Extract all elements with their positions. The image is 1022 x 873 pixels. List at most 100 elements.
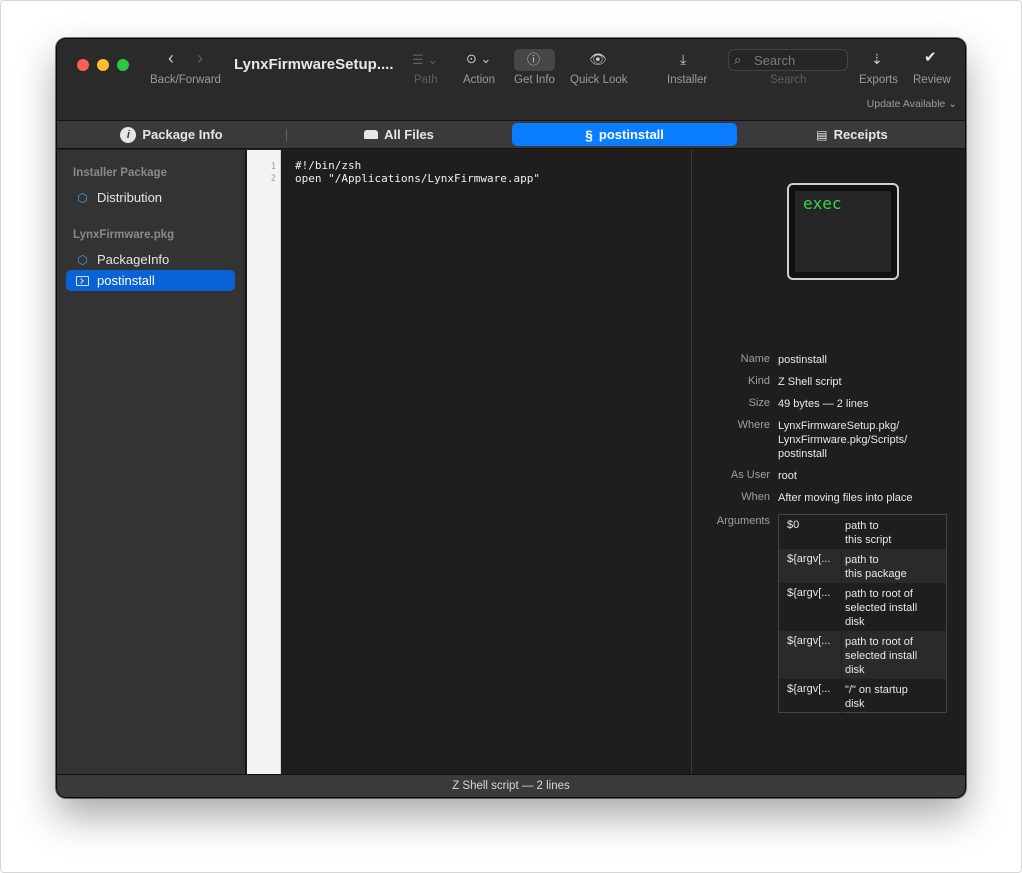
argument-name: ${argv[... bbox=[787, 683, 831, 695]
column-divider bbox=[841, 631, 842, 679]
argument-name: ${argv[... bbox=[787, 635, 831, 647]
column-divider bbox=[841, 583, 842, 631]
table-row: ${argv[... path to this package bbox=[779, 549, 946, 583]
update-available-label: Update Available bbox=[866, 98, 946, 110]
chevron-right-icon[interactable]: › bbox=[197, 49, 203, 67]
search-label: Search bbox=[770, 74, 807, 86]
code-editor[interactable]: #!/bin/zsh open "/Applications/LynxFirmw… bbox=[282, 150, 691, 776]
inspector-panel: exec Name postinstall Kind Z Shell scrip… bbox=[691, 150, 965, 776]
tab-postinstall-label: postinstall bbox=[598, 127, 664, 142]
argument-desc: path to this package bbox=[845, 553, 943, 581]
table-row: ${argv[... path to root of selected insta… bbox=[779, 583, 946, 631]
sidebar-item-label: PackageInfo bbox=[97, 252, 170, 267]
back-forward-label: Back/Forward bbox=[150, 74, 221, 86]
line-number: 2 bbox=[270, 174, 276, 184]
where-label: Where bbox=[737, 419, 770, 431]
when-value: After moving files into place bbox=[778, 492, 913, 504]
package-icon: ⬡ bbox=[77, 252, 88, 267]
as-user-label: As User bbox=[730, 469, 770, 481]
argument-desc: path to root of selected install disk bbox=[845, 635, 943, 677]
sidebar-item-distribution[interactable]: ⬡ Distribution bbox=[66, 187, 235, 208]
tab-receipts-label: Receipts bbox=[833, 127, 888, 142]
action-label: Action bbox=[463, 74, 495, 86]
table-row: $0 path to this script bbox=[779, 515, 946, 549]
search-placeholder: Search bbox=[754, 53, 796, 68]
table-row: ${argv[... path to root of selected insta… bbox=[779, 631, 946, 679]
chevron-down-icon: ⌄ bbox=[948, 98, 957, 110]
exec-icon-text: exec bbox=[803, 194, 842, 213]
action-ellipsis-icon[interactable]: ⊙ ⌄ bbox=[466, 51, 491, 67]
terminal-icon bbox=[76, 275, 89, 286]
column-divider bbox=[841, 679, 842, 713]
desc-line: this package bbox=[845, 568, 907, 580]
zoom-window-button[interactable] bbox=[117, 59, 129, 71]
desc-line: this script bbox=[845, 534, 892, 546]
column-divider bbox=[841, 549, 842, 583]
search-field[interactable]: ⌕ Search bbox=[728, 49, 848, 71]
tab-all-files[interactable]: All Files bbox=[286, 123, 512, 146]
where-line: LynxFirmware.pkg/Scripts/ bbox=[778, 434, 908, 446]
tab-package-info[interactable]: i Package Info bbox=[57, 123, 286, 146]
update-available-menu[interactable]: Update Available ⌄ bbox=[867, 98, 957, 110]
list-icon: ▤ bbox=[816, 127, 828, 142]
exports-label: Exports bbox=[859, 74, 898, 86]
as-user-value: root bbox=[778, 470, 797, 482]
sidebar-header-lynxfirmware-pkg: LynxFirmware.pkg bbox=[73, 229, 175, 241]
info-circle-icon[interactable]: ⓘ bbox=[527, 52, 540, 68]
when-label: When bbox=[741, 491, 770, 503]
sidebar-header-installer-package: Installer Package bbox=[73, 167, 167, 179]
sidebar: Installer Package ⬡ Distribution LynxFir… bbox=[57, 150, 246, 776]
argument-desc: "/" on startup disk bbox=[845, 683, 943, 711]
desc-line: path to bbox=[845, 554, 879, 566]
minimize-window-button[interactable] bbox=[97, 59, 109, 71]
quick-look-label: Quick Look bbox=[570, 74, 628, 86]
argument-name: $0 bbox=[787, 519, 800, 531]
desc-line: "/" on startup bbox=[845, 684, 908, 696]
package-icon: ⬡ bbox=[77, 190, 88, 205]
kind-value: Z Shell script bbox=[778, 376, 842, 388]
installer-label: Installer bbox=[667, 74, 708, 86]
search-icon: ⌕ bbox=[734, 52, 742, 67]
argument-desc: path to this script bbox=[845, 519, 943, 547]
tab-all-files-label: All Files bbox=[384, 127, 434, 142]
desc-line: path to root of bbox=[845, 588, 913, 600]
column-divider bbox=[841, 515, 842, 549]
argument-desc: path to root of selected install disk bbox=[845, 587, 943, 629]
arguments-table: $0 path to this script ${argv[... path to… bbox=[778, 514, 947, 713]
status-text: Z Shell script — 2 lines bbox=[452, 780, 570, 792]
review-label: Review bbox=[913, 74, 951, 86]
tab-receipts[interactable]: ▤ Receipts bbox=[737, 123, 965, 146]
sidebar-item-packageinfo[interactable]: ⬡ PackageInfo bbox=[66, 249, 235, 270]
desc-line: path to bbox=[845, 520, 879, 532]
desc-line: disk bbox=[845, 698, 865, 710]
path-label: Path bbox=[414, 74, 438, 86]
desc-line: disk bbox=[845, 664, 865, 676]
app-window: ‹ › Back/Forward LynxFirmwareSetup.... ☰… bbox=[56, 38, 966, 798]
eye-icon[interactable]: 👁 bbox=[589, 51, 607, 67]
where-line: postinstall bbox=[778, 448, 827, 460]
installer-download-icon[interactable]: ⤓ bbox=[680, 51, 686, 67]
path-icon[interactable]: ☰ ⌄ bbox=[412, 52, 438, 68]
window-title: LynxFirmwareSetup.... bbox=[234, 56, 394, 73]
exec-file-icon: exec bbox=[787, 183, 899, 280]
desc-line: path to root of bbox=[845, 636, 913, 648]
tab-postinstall[interactable]: § postinstall bbox=[512, 123, 737, 146]
exports-icon[interactable]: ⇣ bbox=[871, 51, 883, 67]
status-bar: Z Shell script — 2 lines bbox=[57, 774, 965, 797]
sidebar-item-label: postinstall bbox=[97, 273, 155, 288]
close-window-button[interactable] bbox=[77, 59, 89, 71]
desc-line: selected install bbox=[845, 602, 918, 614]
chevron-left-icon[interactable]: ‹ bbox=[168, 49, 174, 67]
tab-package-info-label: Package Info bbox=[142, 127, 223, 142]
code-line: open "/Applications/LynxFirmware.app" bbox=[295, 172, 541, 185]
size-value: 49 bytes — 2 lines bbox=[778, 398, 869, 410]
argument-name: ${argv[... bbox=[787, 553, 831, 565]
sidebar-item-postinstall[interactable]: postinstall bbox=[66, 270, 235, 291]
where-line: LynxFirmwareSetup.pkg/ bbox=[778, 420, 900, 432]
checkmark-circle-icon[interactable]: ✔ bbox=[924, 50, 937, 66]
toolbar: ‹ › Back/Forward LynxFirmwareSetup.... ☰… bbox=[57, 39, 965, 121]
info-icon: i bbox=[120, 126, 137, 143]
script-icon: § bbox=[585, 126, 593, 143]
argument-name: ${argv[... bbox=[787, 587, 831, 599]
table-row: ${argv[... "/" on startup disk bbox=[779, 679, 946, 713]
